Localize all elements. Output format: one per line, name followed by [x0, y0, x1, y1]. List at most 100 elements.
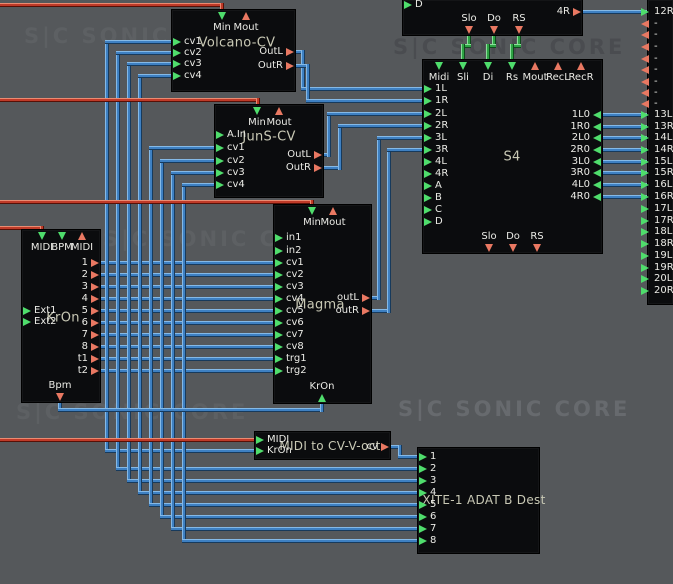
port-right-edge-ports-15R-14[interactable]: 15R	[648, 167, 673, 179]
wire-kron-5-to-juns-cv1[interactable]	[149, 146, 223, 150]
port-midi-to-cv-v-oct-cv-2[interactable]: cv	[255, 441, 390, 453]
port-magma-in1-2[interactable]: in1	[274, 232, 371, 244]
port-magma-cv7-10[interactable]: cv7	[274, 329, 371, 341]
port-kron-midi-bpm-1-5[interactable]: 1	[22, 257, 100, 269]
port-s4-D-18[interactable]: D	[423, 216, 602, 228]
wire-volcano-outl-to-s4-1l[interactable]	[301, 87, 429, 91]
port-juns-cv-cv4-6[interactable]: cv4	[215, 179, 323, 191]
wire-magma-outr-to-s4-3r[interactable]	[387, 148, 391, 313]
port-right-edge-ports-12R-0[interactable]: 12R	[648, 6, 673, 18]
wire-s4-2r0-to-14r[interactable]	[596, 148, 647, 152]
wire-kron-6-to-juns-cv2[interactable]	[160, 159, 223, 163]
wire-kron-4-to-volcano-cv4[interactable]	[138, 74, 142, 301]
port-magma-trg1-12[interactable]: trg1	[274, 353, 371, 365]
wire-kron-2-to-volcano-cv2[interactable]	[116, 51, 179, 55]
port-right-edge-ports-17L-17[interactable]: 17L	[648, 203, 673, 215]
port-top-device-RS-4[interactable]: RS	[495, 13, 543, 35]
module-magma[interactable]: MagmaMinMoutin1in2cv1cv2cv3cv4cv5cv6cv7c…	[274, 205, 371, 403]
port-right-edge-ports-16R-16[interactable]: 16R	[648, 191, 673, 203]
wire-juns-outl-to-s4-2l[interactable]	[327, 112, 429, 116]
port-right-edge-ports--3[interactable]: -	[648, 41, 673, 53]
port-kron-midi-bpm-5-9[interactable]: 5	[22, 305, 100, 317]
port-kron-midi-bpm-4-8[interactable]: 4	[22, 293, 100, 305]
port-magma-cv2-5[interactable]: cv2	[274, 269, 371, 281]
port-magma-trg2-13[interactable]: trg2	[274, 365, 371, 377]
port-s4-3R0-24[interactable]: 3R0	[423, 167, 602, 179]
wire-kron-7-to-xite-7[interactable]	[171, 333, 175, 531]
wire-kron-3-to-volcano-cv3[interactable]	[127, 62, 131, 289]
routing-canvas[interactable]: S|C SONIC CORES|C SONIC CORES|C SONIC CO…	[0, 0, 673, 584]
port-magma-cv6-9[interactable]: cv6	[274, 317, 371, 329]
wire-kron-t2-to-magma-trg2[interactable]	[94, 369, 283, 373]
wire-kron-t1-to-magma-trg1[interactable]	[94, 357, 283, 361]
wire-juns-outr-to-s4-2r[interactable]	[338, 124, 342, 170]
port-kron-midi-bpm-7-11[interactable]: 7	[22, 329, 100, 341]
port-s4-2R0-22[interactable]: 2R0	[423, 144, 602, 156]
port-magma-outR-15[interactable]: outR	[274, 305, 371, 317]
wire-s4-4l0-to-16l[interactable]	[596, 183, 647, 187]
module-top-device[interactable]: D4RSloDoRS	[403, 0, 582, 35]
wire-kron-6-to-magma-cv6[interactable]	[94, 321, 283, 325]
port-magma-cv8-11[interactable]: cv8	[274, 341, 371, 353]
wire-kron-3-to-magma-cv3[interactable]	[94, 285, 283, 289]
port-kron-midi-bpm-2-6[interactable]: 2	[22, 269, 100, 281]
wire-kron-6-to-xite-6[interactable]	[160, 515, 426, 519]
port-xite-adat-b-dest-3-2[interactable]: 3	[418, 475, 539, 487]
module-s4[interactable]: S4MidiSliDiRsMoutRecLRecR1L1R2L2R3L3R4L4…	[423, 60, 602, 253]
wire-volcano-outr-to-s4-1r[interactable]	[306, 99, 429, 103]
port-xite-adat-b-dest-5-4[interactable]: 5	[418, 499, 539, 511]
wire-s4-4r0-to-16r[interactable]	[596, 195, 647, 199]
port-xite-adat-b-dest-2-1[interactable]: 2	[418, 463, 539, 475]
port-s4-1L0-19[interactable]: 1L0	[423, 109, 602, 121]
wire-kron-2-to-volcano-cv2[interactable]	[116, 51, 120, 277]
module-midi-to-cv-v-oct[interactable]: MIDI to CV-V-octMIDIKrOncv	[255, 432, 390, 459]
port-right-edge-ports-14L-11[interactable]: 14L	[648, 132, 673, 144]
wire-kron-6-to-xite-6[interactable]	[160, 321, 164, 519]
port-juns-cv-AIn-2[interactable]: A.In	[215, 129, 323, 141]
port-right-edge-ports-16L-15[interactable]: 16L	[648, 179, 673, 191]
port-kron-midi-bpm-t2-14[interactable]: t2	[22, 365, 100, 377]
wire-s4-1l0-to-13l[interactable]	[596, 113, 647, 117]
wire-kron-3-to-xite-3[interactable]	[127, 285, 131, 483]
wire-kron-5-to-juns-cv1[interactable]	[149, 146, 153, 313]
port-right-edge-ports-18R-20[interactable]: 18R	[648, 238, 673, 250]
port-kron-midi-bpm-8-12[interactable]: 8	[22, 341, 100, 353]
port-right-edge-ports-19L-21[interactable]: 19L	[648, 250, 673, 262]
module-volcano-cv[interactable]: Volcano-CVMinMoutcv1cv2cv3cv4OutLOutR	[172, 10, 295, 91]
wire-kron-1-to-volcano-cv1[interactable]	[105, 40, 179, 44]
port-magma-in2-3[interactable]: in2	[274, 245, 371, 257]
wire-kron-bpm-to-magma-kron[interactable]	[58, 408, 324, 412]
port-s4-1L-7[interactable]: 1L	[423, 83, 602, 95]
wire-kron-7-to-juns-cv3[interactable]	[171, 171, 175, 337]
wire-kron-5-to-xite-5[interactable]	[149, 503, 426, 507]
port-volcano-cv-OutR-7[interactable]: OutR	[172, 60, 295, 72]
port-kron-midi-bpm-Bpm-15[interactable]: Bpm	[36, 380, 84, 402]
port-kron-midi-bpm-3-7[interactable]: 3	[22, 281, 100, 293]
wire-kron-1-to-volcano-cv1[interactable]	[105, 40, 109, 265]
module-right-edge-ports[interactable]: 12R--------13L13R14L14R15L15R16L16R17L17…	[648, 0, 673, 304]
wire-kron-4-to-xite-4[interactable]	[138, 297, 142, 495]
port-magma-KrOn-16[interactable]: KrOn	[298, 381, 346, 403]
wire-juns-outr-to-s4-2r[interactable]	[338, 124, 429, 128]
wire-kron-7-to-magma-cv7[interactable]	[94, 333, 283, 337]
port-right-edge-ports-20L-23[interactable]: 20L	[648, 273, 673, 285]
port-xite-adat-b-dest-7-6[interactable]: 7	[418, 523, 539, 535]
wire-juns-outl-to-s4-2l[interactable]	[327, 112, 331, 157]
wire-volcano-outr-to-s4-1r[interactable]	[306, 64, 310, 103]
wire-magma-outl-to-s4-3l[interactable]	[377, 136, 429, 140]
wire-midi-in-to-midi2cv-midi[interactable]	[0, 438, 261, 442]
wire-s4-3l0-to-15l[interactable]	[596, 160, 647, 164]
wire-kron-8-to-xite-8[interactable]	[182, 539, 426, 543]
wire-midi-in-to-juns-min[interactable]	[0, 98, 260, 102]
port-xite-adat-b-dest-6-5[interactable]: 6	[418, 511, 539, 523]
wire-midi-in-to-volcano-min[interactable]	[0, 3, 224, 7]
port-right-edge-ports--5[interactable]: -	[648, 64, 673, 76]
wire-top-4r-to-12r[interactable]	[576, 10, 647, 14]
port-kron-midi-bpm-6-10[interactable]: 6	[22, 317, 100, 329]
wire-midi-in-to-magma-min[interactable]	[0, 200, 314, 204]
wire-kron-8-to-magma-cv8[interactable]	[94, 345, 283, 349]
module-kron-midi-bpm[interactable]: KrOnMIDIBPMMIDIExt1Ext212345678t1t2Bpm	[22, 230, 100, 402]
port-s4-RS-29[interactable]: RS	[513, 231, 561, 253]
port-right-edge-ports-13L-9[interactable]: 13L	[648, 109, 673, 121]
port-right-edge-ports-14R-12[interactable]: 14R	[648, 144, 673, 156]
